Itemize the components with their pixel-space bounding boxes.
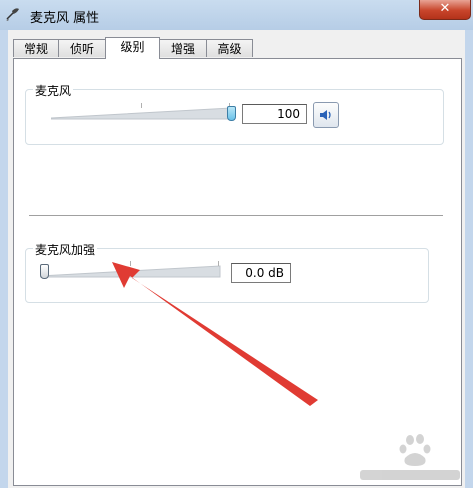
slider-thumb[interactable] (227, 106, 236, 121)
tab-levels[interactable]: 级别 (105, 37, 160, 59)
microphone-group: 麦克风 100 (25, 82, 444, 145)
tab-advanced[interactable]: 高级 (206, 39, 253, 57)
microphone-boost-group: 麦克风加强 0.0 dB (25, 241, 429, 303)
window-title: 麦克风 属性 (30, 11, 100, 26)
tab-listen[interactable]: 侦听 (58, 39, 106, 57)
tab-general[interactable]: 常规 (13, 39, 59, 57)
slider-thumb[interactable] (40, 264, 49, 279)
mute-toggle-button[interactable] (313, 102, 339, 128)
slider-tick (141, 103, 142, 108)
microphone-label: 麦克风 (33, 82, 74, 99)
microphone-icon (6, 8, 19, 21)
slider-track (51, 107, 232, 120)
close-button[interactable]: ✕ (419, 0, 471, 20)
speaker-icon (320, 110, 331, 120)
microphone-boost-value: 0.0 dB (231, 263, 291, 283)
window-frame-right (465, 30, 473, 488)
tab-enhancements[interactable]: 增强 (159, 39, 207, 57)
microphone-boost-slider[interactable] (40, 260, 225, 282)
title-bar: 麦克风 属性 ✕ (0, 0, 473, 31)
close-icon: ✕ (439, 1, 451, 16)
dialog-client: 常规 侦听 级别 增强 高级 麦克风 100 麦克风加强 0.0 dB (8, 30, 465, 488)
window-frame-left (0, 30, 8, 488)
slider-tick (130, 261, 131, 266)
watermark-logo (360, 434, 460, 480)
microphone-level-input[interactable]: 100 (242, 104, 307, 124)
microphone-boost-label: 麦克风加强 (33, 241, 98, 258)
section-separator (29, 215, 443, 217)
slider-track (40, 265, 221, 278)
levels-panel: 麦克风 100 麦克风加强 0.0 dB (13, 58, 462, 486)
microphone-level-slider[interactable] (51, 102, 236, 124)
slider-tick (218, 261, 219, 266)
